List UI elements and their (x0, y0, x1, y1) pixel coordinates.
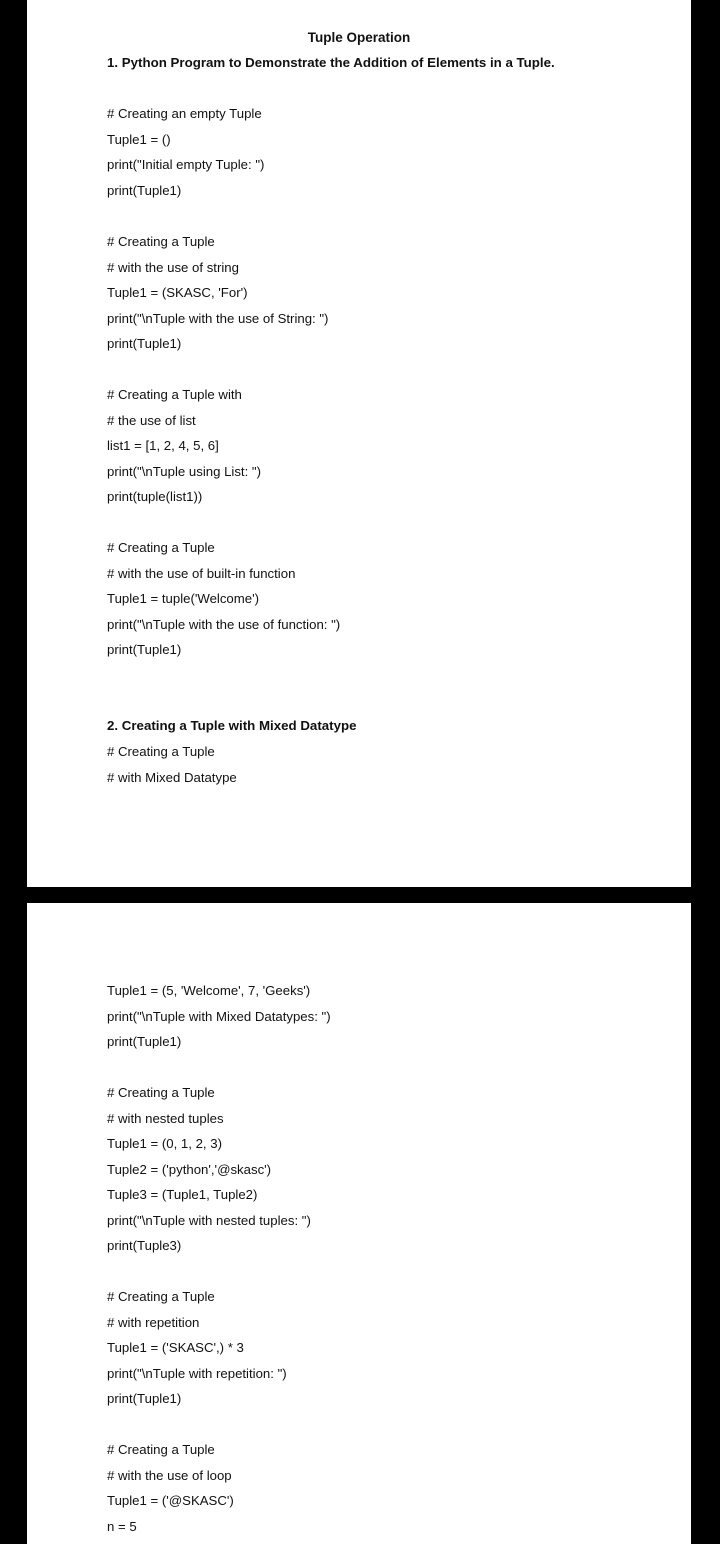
code-line: print("\nTuple with the use of String: "… (107, 310, 329, 326)
document-title: Tuple Operation (307, 30, 411, 45)
code-block-empty-tuple: # Creating an empty Tuple Tuple1 = () pr… (107, 105, 264, 207)
code-line: # Creating a Tuple with (107, 387, 242, 402)
code-line: print(Tuple3) (107, 1238, 182, 1253)
code-line: # Creating a Tuple (107, 1442, 215, 1457)
document-page-2: Tuple1 = (5, 'Welcome', 7, 'Geeks') prin… (27, 903, 691, 1544)
code-line: # Creating a Tuple (107, 744, 215, 759)
code-line: # the use of list (107, 412, 196, 428)
code-line: print(Tuple1) (107, 336, 182, 351)
code-line: # Creating a Tuple (107, 1085, 215, 1100)
code-line: # Creating a Tuple (107, 1289, 215, 1304)
code-line: print(Tuple1) (107, 1391, 182, 1406)
code-line: Tuple1 = () (107, 131, 171, 147)
code-block-mixed-tuple: Tuple1 = (5, 'Welcome', 7, 'Geeks') prin… (107, 982, 331, 1059)
code-line: Tuple3 = (Tuple1, Tuple2) (107, 1187, 258, 1202)
code-line: # Creating an empty Tuple (107, 106, 262, 121)
section-heading-2: 2. Creating a Tuple with Mixed Datatype (107, 718, 357, 733)
code-line: # with the use of string (107, 259, 239, 275)
code-line: # with the use of built-in function (107, 565, 296, 581)
code-block-repetition-tuple: # Creating a Tuple # with repetition Tup… (107, 1288, 287, 1416)
code-line: # with Mixed Datatype (107, 769, 237, 785)
code-line: Tuple1 = ('SKASC',) * 3 (107, 1340, 244, 1355)
code-line: print("\nTuple with Mixed Datatypes: ") (107, 1008, 331, 1024)
code-block-function-tuple: # Creating a Tuple # with the use of bui… (107, 539, 340, 667)
code-line: Tuple1 = (0, 1, 2, 3) (107, 1136, 222, 1151)
code-line: Tuple1 = tuple('Welcome') (107, 591, 259, 606)
code-block-string-tuple: # Creating a Tuple # with the use of str… (107, 233, 328, 361)
code-line: print(Tuple1) (107, 642, 182, 657)
code-line: # with the use of loop (107, 1467, 232, 1483)
code-line: print("\nTuple using List: ") (107, 463, 261, 479)
code-line: print(Tuple1) (107, 1034, 182, 1049)
code-line: Tuple1 = (SKASC, 'For') (107, 285, 248, 300)
code-block-nested-tuple: # Creating a Tuple # with nested tuples … (107, 1084, 311, 1263)
code-line: print("Initial empty Tuple: ") (107, 157, 265, 172)
code-line: print(tuple(list1)) (107, 489, 203, 504)
code-line: Tuple1 = (5, 'Welcome', 7, 'Geeks') (107, 983, 311, 998)
code-line: # with repetition (107, 1314, 200, 1330)
code-line: # Creating a Tuple (107, 234, 215, 249)
code-block-loop-tuple: # Creating a Tuple # with the use of loo… (107, 1441, 234, 1543)
section-heading-1: 1. Python Program to Demonstrate the Add… (107, 55, 555, 70)
code-line: Tuple2 = ('python','@skasc') (107, 1161, 272, 1177)
code-line: print(Tuple1) (107, 182, 182, 198)
document-page-1: Tuple Operation 1. Python Program to Dem… (27, 0, 691, 887)
code-block-mixed-comment: # Creating a Tuple # with Mixed Datatype (107, 743, 237, 794)
code-line: n = 5 (107, 1518, 137, 1534)
code-line: print("\nTuple with the use of function:… (107, 616, 341, 632)
code-line: print("\nTuple with nested tuples: ") (107, 1212, 311, 1228)
code-line: # Creating a Tuple (107, 540, 215, 555)
code-line: list1 = [1, 2, 4, 5, 6] (107, 438, 219, 453)
code-line: Tuple1 = ('@SKASC') (107, 1493, 234, 1508)
code-line: # with nested tuples (107, 1110, 224, 1126)
code-line: print("\nTuple with repetition: ") (107, 1365, 287, 1381)
code-block-list-tuple: # Creating a Tuple with # the use of lis… (107, 386, 261, 514)
